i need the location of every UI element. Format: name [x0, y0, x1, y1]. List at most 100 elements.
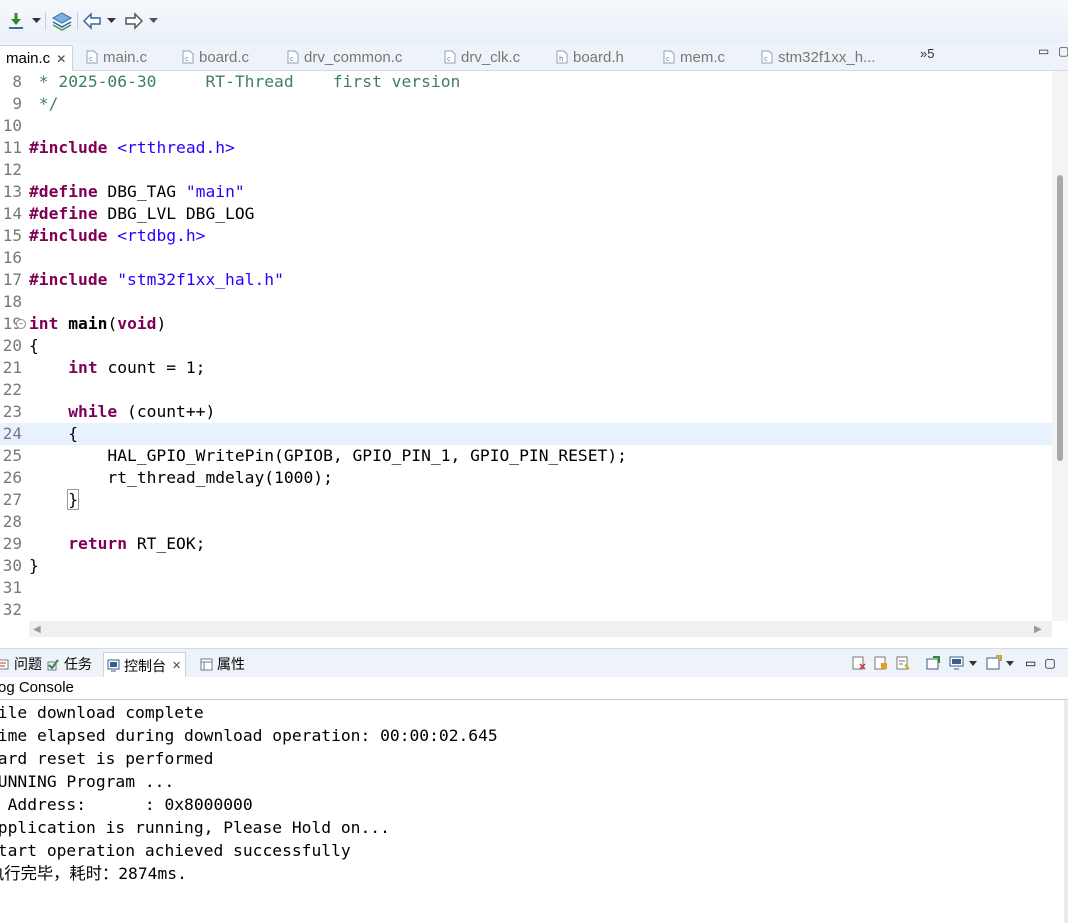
layers-icon[interactable]: [51, 10, 73, 32]
forward-dropdown-arrow-icon[interactable]: [147, 10, 159, 32]
code-line[interactable]: 14 #define DBG_LVL DBG_LOG: [0, 203, 1052, 225]
code-token: * 2025-06-30 RT-Thread first version: [29, 72, 461, 91]
code-line[interactable]: 16: [0, 247, 1052, 269]
more-tabs-button[interactable]: »5: [920, 46, 934, 61]
code-line[interactable]: 8 * 2025-06-30 RT-Thread first version: [0, 71, 1052, 93]
scroll-lock-icon[interactable]: [873, 655, 889, 671]
line-number: 21: [2, 358, 22, 377]
minimize-icon[interactable]: ▭: [1025, 656, 1036, 670]
tab-label: board.c: [199, 48, 250, 66]
code-line[interactable]: 12: [0, 159, 1052, 181]
tab-board-c[interactable]: c board.c: [182, 45, 249, 69]
code-line[interactable]: 26 rt_thread_mdelay(1000);: [0, 467, 1052, 489]
code-line[interactable]: 23 while (count++): [0, 401, 1052, 423]
maximize-icon[interactable]: ▢: [1044, 656, 1055, 670]
code-line[interactable]: 24 {: [0, 423, 1052, 445]
tab-drv-common-c[interactable]: c drv_common.c: [287, 45, 402, 69]
code-text: int main(void): [29, 313, 166, 335]
code-line[interactable]: 28: [0, 511, 1052, 533]
back-dropdown-arrow-icon[interactable]: [105, 10, 117, 32]
code-line[interactable]: 29 return RT_EOK;: [0, 533, 1052, 555]
tab-stm32f1xx-hal[interactable]: c stm32f1xx_h...: [761, 45, 876, 69]
forward-icon[interactable]: [124, 10, 144, 32]
svg-text:c: c: [764, 55, 768, 63]
toolbar-separator: [45, 12, 46, 30]
code-line[interactable]: 31: [0, 577, 1052, 599]
code-text: #define DBG_LVL DBG_LOG: [29, 203, 254, 225]
console-line: Hard reset is performed: [0, 749, 214, 768]
code-line[interactable]: 18: [0, 291, 1052, 313]
clear-console-icon[interactable]: [851, 655, 867, 671]
word-wrap-icon[interactable]: [895, 655, 911, 671]
pin-console-icon[interactable]: [925, 655, 941, 671]
code-editor[interactable]: 8 * 2025-06-30 RT-Thread first version 9 …: [0, 71, 1052, 621]
tab-main-c-active[interactable]: main.c ✕: [0, 45, 74, 71]
minimize-icon[interactable]: ▭: [1038, 44, 1049, 58]
close-icon[interactable]: ✕: [56, 52, 66, 66]
line-number: 13: [2, 182, 22, 201]
tab-drv-clk-c[interactable]: c drv_clk.c: [444, 45, 520, 69]
download-dropdown-arrow-icon[interactable]: [30, 10, 42, 32]
code-line[interactable]: 32: [0, 599, 1052, 621]
line-number: 23: [2, 402, 22, 421]
code-line[interactable]: 11 #include <rtthread.h>: [0, 137, 1052, 159]
close-icon[interactable]: ✕: [172, 659, 181, 672]
maximize-icon[interactable]: ▢: [1058, 44, 1068, 58]
back-icon[interactable]: [82, 10, 102, 32]
code-line[interactable]: 22: [0, 379, 1052, 401]
line-number: 18: [2, 292, 22, 311]
scroll-right-icon[interactable]: ▶: [1034, 624, 1042, 635]
code-text: }: [29, 489, 80, 511]
code-line[interactable]: 13 #define DBG_TAG "main": [0, 181, 1052, 203]
code-text: rt_thread_mdelay(1000);: [29, 467, 332, 489]
line-number: 17: [2, 270, 22, 289]
code-line[interactable]: 15 #include <rtdbg.h>: [0, 225, 1052, 247]
code-line[interactable]: 21 int count = 1;: [0, 357, 1052, 379]
display-console-icon[interactable]: [949, 655, 965, 671]
tab-mem-c[interactable]: c mem.c: [663, 45, 725, 69]
code-token: count = 1;: [97, 358, 206, 377]
code-token: RT_EOK;: [127, 534, 206, 553]
tab-properties[interactable]: 属性: [200, 652, 245, 676]
console-output[interactable]: File download complete Time elapsed durin…: [0, 700, 1068, 923]
code-token: "main": [185, 182, 245, 201]
code-line[interactable]: 19− int main(void): [0, 313, 1052, 335]
chevron-down-icon[interactable]: [1005, 655, 1015, 671]
code-text: int count = 1;: [29, 357, 205, 379]
fold-toggle-icon[interactable]: −: [16, 319, 26, 329]
code-line[interactable]: 9 */: [0, 93, 1052, 115]
code-token: ): [156, 314, 167, 333]
tab-label: 属性: [217, 657, 245, 673]
open-console-icon[interactable]: [986, 655, 1002, 671]
line-number: 25: [2, 446, 22, 465]
svg-text:c: c: [666, 55, 670, 63]
code-line[interactable]: 20 {: [0, 335, 1052, 357]
tab-board-h[interactable]: h board.h: [556, 45, 624, 69]
tab-console[interactable]: 控制台 ✕: [103, 652, 187, 678]
code-token: DBG_LVL DBG_LOG: [97, 204, 255, 223]
tab-problems[interactable]: 问题: [0, 652, 42, 676]
code-line[interactable]: 27 }: [0, 489, 1052, 511]
code-token: #include: [29, 226, 108, 245]
code-line[interactable]: 10: [0, 115, 1052, 137]
line-number: 12: [2, 160, 22, 179]
editor-horizontal-scrollbar[interactable]: ◀ ▶: [29, 621, 1052, 637]
code-line[interactable]: 17 #include "stm32f1xx_hal.h": [0, 269, 1052, 291]
code-text: HAL_GPIO_WritePin(GPIOB, GPIO_PIN_1, GPI…: [29, 445, 627, 467]
code-text: while (count++): [29, 401, 215, 423]
svg-text:c: c: [185, 55, 189, 63]
code-text: #define DBG_TAG "main": [29, 181, 245, 203]
download-icon[interactable]: [6, 10, 26, 32]
line-number: 10: [2, 116, 22, 135]
scrollbar-thumb[interactable]: [1057, 175, 1063, 461]
chevron-down-icon[interactable]: [968, 655, 978, 671]
code-line[interactable]: 30}: [0, 555, 1052, 577]
tab-main-c[interactable]: c main.c: [86, 45, 147, 69]
tab-tasks[interactable]: 任务: [47, 652, 92, 676]
scroll-left-icon[interactable]: ◀: [33, 624, 41, 635]
code-line[interactable]: 25 HAL_GPIO_WritePin(GPIOB, GPIO_PIN_1, …: [0, 445, 1052, 467]
editor-vertical-scrollbar[interactable]: [1052, 71, 1068, 621]
